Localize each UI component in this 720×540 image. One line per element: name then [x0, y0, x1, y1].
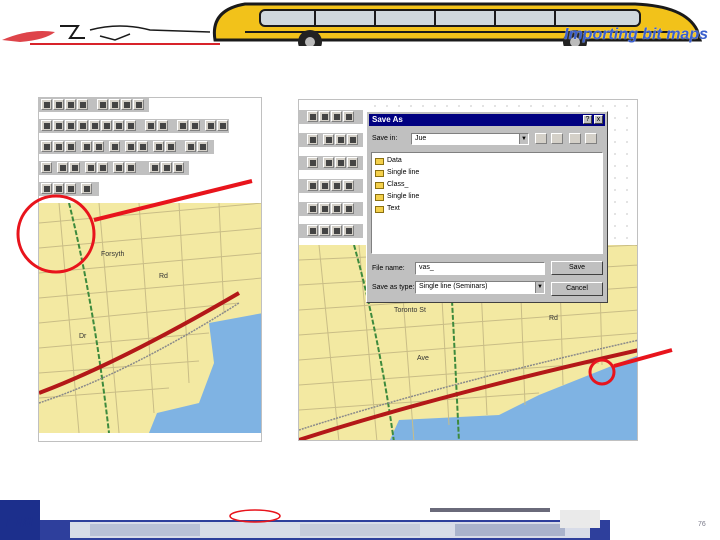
pointer-line-left [93, 179, 253, 222]
footer-logo: EMI [6, 514, 33, 531]
pointer-line-right [613, 348, 673, 368]
annotation-overlay [16, 179, 673, 386]
highlight-circle-right [588, 358, 616, 386]
footer-banner-graphic [0, 500, 610, 540]
page-number: 76 [698, 521, 706, 528]
highlight-circle-left [16, 194, 96, 274]
